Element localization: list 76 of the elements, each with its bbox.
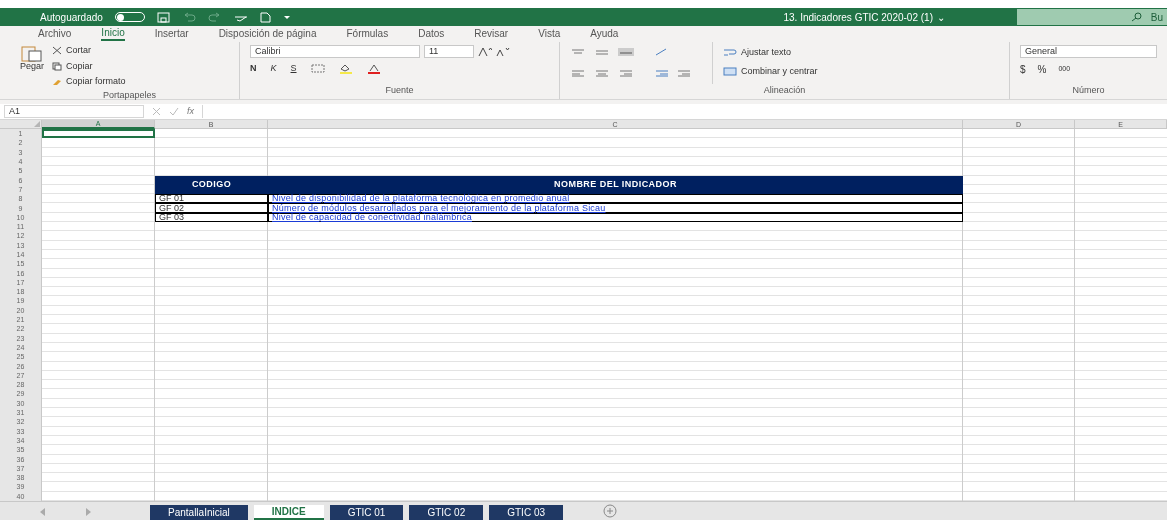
indicator-link[interactable]: Número de módulos desarrollados para el mejoramiento de la plataforma Sicau [268, 203, 963, 213]
selected-cell[interactable] [42, 129, 155, 139]
increase-indent-icon[interactable] [676, 68, 692, 77]
clipboard-icon [21, 44, 43, 62]
align-middle-icon[interactable] [594, 48, 610, 56]
table-cell: GF 02 [155, 203, 268, 213]
sheet-tab[interactable]: GTIC 01 [329, 505, 404, 520]
scissors-icon [52, 46, 63, 56]
align-right-icon[interactable] [618, 68, 634, 77]
save-icon[interactable] [156, 11, 170, 23]
font-color-icon[interactable] [366, 63, 381, 74]
percent-button[interactable]: % [1037, 62, 1047, 77]
menu-tab[interactable]: Disposición de página [218, 28, 317, 40]
font-name-field[interactable]: Calibri [250, 45, 420, 58]
sheet-tab[interactable]: GTIC 03 [489, 505, 563, 520]
table-header: NOMBRE DEL INDICADOR [268, 175, 963, 195]
align-center-icon[interactable] [594, 68, 610, 77]
name-box[interactable]: A1 [4, 105, 144, 118]
font-size-field[interactable]: 11 [424, 45, 474, 58]
copy-button[interactable]: Copiar [66, 59, 93, 73]
shrink-font-icon[interactable] [496, 46, 510, 57]
align-left-icon[interactable] [570, 68, 586, 77]
menu-tab[interactable]: Ayuda [590, 28, 619, 40]
insert-function-button[interactable]: fx [187, 104, 194, 119]
grow-font-icon[interactable] [478, 46, 492, 57]
borders-icon[interactable] [310, 64, 325, 74]
sheet-tab[interactable]: INDICE [253, 505, 324, 520]
bold-button[interactable]: N [250, 62, 257, 76]
search-icon [1130, 12, 1143, 22]
select-all-corner[interactable] [0, 120, 42, 129]
add-sheet-icon[interactable] [603, 504, 617, 518]
align-top-icon[interactable] [570, 48, 586, 56]
cell-grid[interactable] [42, 129, 1167, 501]
group-label: Fuente [385, 83, 414, 97]
search-field[interactable]: Bu [1017, 9, 1167, 25]
cancel-icon[interactable] [152, 107, 161, 116]
group-label: Número [1072, 83, 1105, 97]
align-bottom-icon[interactable] [618, 48, 634, 56]
format-painter-button[interactable]: Copiar formato [66, 75, 126, 89]
paste-button[interactable]: Pegar [20, 44, 45, 89]
menu-tab[interactable]: Insertar [154, 28, 189, 40]
sheet-tab[interactable]: GTIC 02 [409, 505, 484, 520]
merge-center-button[interactable]: Combinar y centrar [741, 64, 818, 78]
title-caret[interactable]: ⌄ [937, 9, 945, 25]
indicator-link[interactable]: Nivel de capacidad de conectividad inalámbrica [268, 212, 963, 222]
customize-caret-icon[interactable] [282, 14, 291, 20]
new-document-icon[interactable] [259, 11, 271, 23]
group-label: Alineación [763, 83, 806, 97]
cut-button[interactable]: Cortar [66, 44, 92, 58]
decrease-indent-icon[interactable] [654, 68, 670, 77]
sheet-tab[interactable]: PantallaInicial [150, 505, 248, 520]
copy-icon [52, 61, 63, 71]
menu-tab[interactable]: Revisar [474, 28, 509, 40]
underline-button[interactable]: S [290, 62, 297, 76]
table-cell: GF 03 [155, 212, 268, 222]
menu-tab[interactable]: Vista [538, 28, 561, 40]
merge-icon [723, 66, 737, 76]
number-format-field[interactable]: General [1020, 45, 1157, 58]
currency-button[interactable]: $ [1020, 62, 1026, 77]
previous-sheet-icon[interactable] [40, 508, 46, 516]
corner-triangle-icon [34, 121, 40, 127]
document-title: 13. Indicadores GTIC 2020-02 (1) [783, 10, 933, 25]
wrap-text-icon [723, 48, 737, 58]
enter-icon[interactable] [169, 107, 179, 116]
next-sheet-icon[interactable] [86, 508, 92, 516]
autosave-label: Autoguardado [40, 10, 103, 25]
table-header: CODIGO [155, 175, 268, 195]
brush-icon [52, 77, 63, 87]
menu-tab[interactable]: Datos [418, 28, 445, 40]
redo-icon[interactable] [207, 12, 222, 22]
italic-button[interactable]: K [270, 62, 277, 76]
fill-color-icon[interactable] [338, 63, 353, 74]
group-label: Portapapeles [102, 88, 156, 102]
menu-tab[interactable]: Archivo [38, 28, 72, 40]
wrap-text-button[interactable]: Ajustar texto [741, 46, 792, 60]
menu-tab[interactable]: Fórmulas [346, 28, 389, 40]
